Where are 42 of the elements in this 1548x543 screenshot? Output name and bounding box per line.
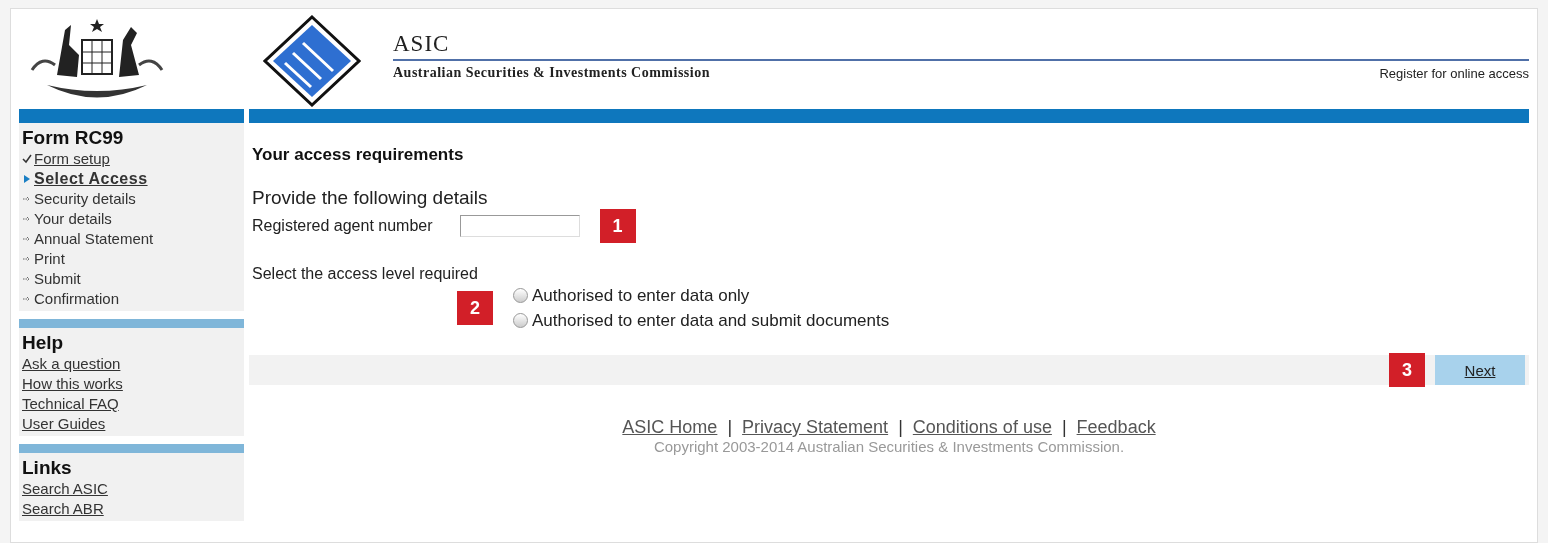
separator: | [898,417,903,438]
callout-badge: 1 [599,209,636,243]
callout-badge: 2 [457,291,493,325]
site-title: ASIC [393,31,451,57]
section-title: Help [22,332,65,354]
triangle-icon [22,174,32,184]
callout-badge: 3 [1389,353,1425,387]
nav-link[interactable]: Your details [22,209,241,229]
nav-link[interactable]: Select Access [22,169,241,189]
nav-link[interactable]: Annual Statement [22,229,241,249]
nav-link[interactable]: Print [22,249,241,269]
agent-number-field[interactable] [459,215,580,237]
nav-link[interactable]: How this works [22,374,241,394]
access-label: Select the access level required [252,265,479,283]
register-link[interactable]: Register for online access [1379,65,1529,81]
nav-link[interactable]: Form setup [22,149,241,169]
nav-link[interactable]: Search ABR [22,499,241,519]
access-option[interactable]: Authorised to enter data and submit documents [513,308,890,333]
agent-number-label: Registered agent number [252,217,433,235]
page-heading: Your access requirements [252,145,465,165]
nav-link[interactable]: Technical FAQ [22,394,241,414]
copyright-text: Copyright 2003-2014 Australian Securities & Investments Commission. [653,438,1125,455]
next-button[interactable]: Next [1435,355,1525,385]
nav-link[interactable]: Security details [22,189,241,209]
separator: | [727,417,733,438]
section-title: Links [22,457,73,479]
logo-icon [263,15,361,107]
footer-link[interactable]: Feedback [1076,417,1156,438]
nav-link[interactable]: Search ASIC [22,479,241,499]
nav-link[interactable]: Confirmation [22,289,241,309]
site-subtitle: Australian Securities & Investments Commission [393,65,710,81]
check-icon [22,154,32,164]
nav-link[interactable]: Ask a question [22,354,241,374]
footer-link[interactable]: Conditions of use [912,417,1052,438]
access-option[interactable]: Authorised to enter data only [513,283,890,308]
footer-link[interactable]: Privacy Statement [742,417,889,438]
footer-link[interactable]: ASIC Home [622,417,718,438]
separator: | [1061,417,1067,438]
details-label: Provide the following details [252,187,489,209]
nav-link[interactable]: Submit [22,269,241,289]
section-title: Form RC99 [22,127,125,149]
nav-link[interactable]: User Guides [22,414,241,434]
